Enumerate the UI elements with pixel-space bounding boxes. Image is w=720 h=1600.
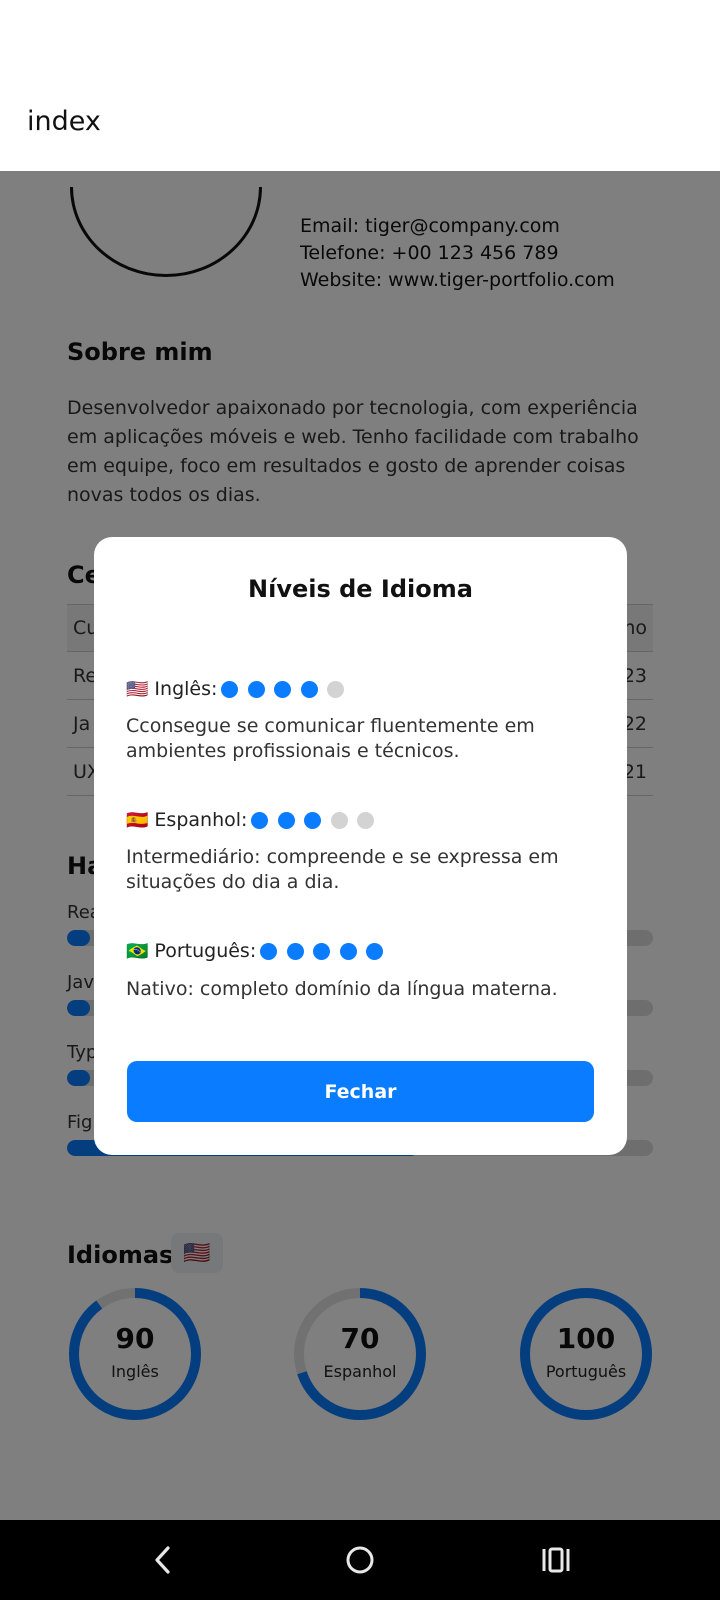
- language-label: Espanhol:: [154, 809, 248, 831]
- level-dot-filled: [251, 811, 269, 829]
- level-dots: [221, 680, 354, 698]
- language-level-row: 🇺🇸 Inglês:: [126, 678, 354, 700]
- modal-title: Níveis de Idioma: [248, 575, 473, 603]
- system-navbar: [0, 1520, 720, 1600]
- level-dot-filled: [286, 942, 304, 960]
- level-dot-filled: [300, 680, 318, 698]
- level-dot-empty: [327, 680, 345, 698]
- level-dot-filled: [274, 680, 292, 698]
- es-flag-icon: 🇪🇸: [126, 809, 149, 831]
- level-dot-empty: [357, 811, 375, 829]
- level-dot-filled: [366, 942, 384, 960]
- recents-icon[interactable]: [531, 1540, 581, 1580]
- language-description: Nativo: completo domínio da língua mater…: [126, 978, 558, 1000]
- language-label: Inglês:: [154, 678, 218, 700]
- language-description: Intermediário: compreende e se expressa …: [126, 846, 559, 893]
- app-header: index: [0, 0, 720, 171]
- home-icon[interactable]: [335, 1540, 385, 1580]
- language-level-row: 🇧🇷 Português:: [126, 940, 393, 962]
- page-title: index: [27, 106, 101, 137]
- level-dots: [260, 942, 393, 960]
- level-dot-filled: [313, 942, 331, 960]
- language-description: Cconsegue se comunicar fluentemente em a…: [126, 715, 535, 762]
- level-dot-empty: [330, 811, 348, 829]
- language-label: Português:: [154, 940, 257, 962]
- close-button[interactable]: Fechar: [127, 1061, 594, 1122]
- level-dot-filled: [221, 680, 239, 698]
- us-flag-icon: 🇺🇸: [126, 678, 149, 700]
- level-dots: [251, 811, 384, 829]
- level-dot-filled: [304, 811, 322, 829]
- level-dot-filled: [247, 680, 265, 698]
- language-levels-modal: Níveis de Idioma 🇺🇸 Inglês: Cconsegue se…: [94, 537, 627, 1155]
- br-flag-icon: 🇧🇷: [126, 940, 149, 962]
- level-dot-filled: [277, 811, 295, 829]
- back-icon[interactable]: [138, 1540, 188, 1580]
- level-dot-filled: [339, 942, 357, 960]
- language-level-row: 🇪🇸 Espanhol:: [126, 809, 384, 831]
- level-dot-filled: [260, 942, 278, 960]
